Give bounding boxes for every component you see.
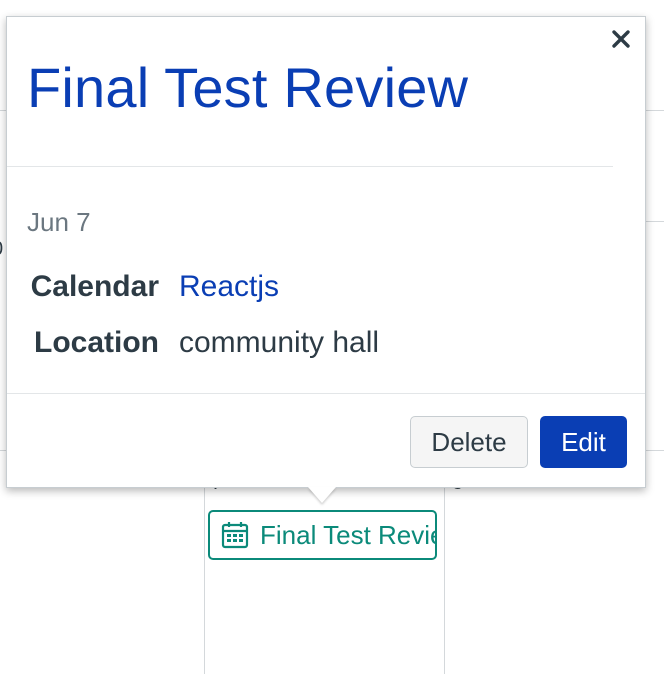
grid-line [444, 488, 445, 674]
divider [7, 393, 645, 394]
location-value: community hall [179, 326, 380, 359]
calendar-icon [221, 522, 249, 549]
day-number: 0 [0, 238, 3, 261]
close-button[interactable] [605, 23, 637, 55]
grid-line [646, 450, 664, 451]
calendar-link[interactable]: Reactjs [179, 270, 279, 304]
event-title: Final Test Review [27, 56, 469, 119]
calendar-row: Calendar Reactjs [7, 270, 279, 304]
grid-line [204, 488, 205, 674]
grid-line [646, 221, 664, 222]
popover-arrow [308, 487, 336, 503]
calendar-event[interactable]: Final Test Revie [208, 510, 437, 560]
event-label: Final Test Revie [260, 519, 437, 550]
edit-button[interactable]: Edit [540, 416, 627, 468]
event-date: Jun 7 [27, 207, 91, 237]
close-icon [612, 30, 630, 48]
grid-line [646, 110, 664, 111]
event-details-popover: Final Test Review Jun 7 Calendar Reactjs… [6, 16, 646, 488]
location-row: Location community hall [7, 326, 379, 360]
location-label: Location [34, 326, 159, 359]
calendar-label: Calendar [30, 270, 159, 303]
divider [7, 166, 613, 167]
delete-button[interactable]: Delete [410, 416, 528, 468]
